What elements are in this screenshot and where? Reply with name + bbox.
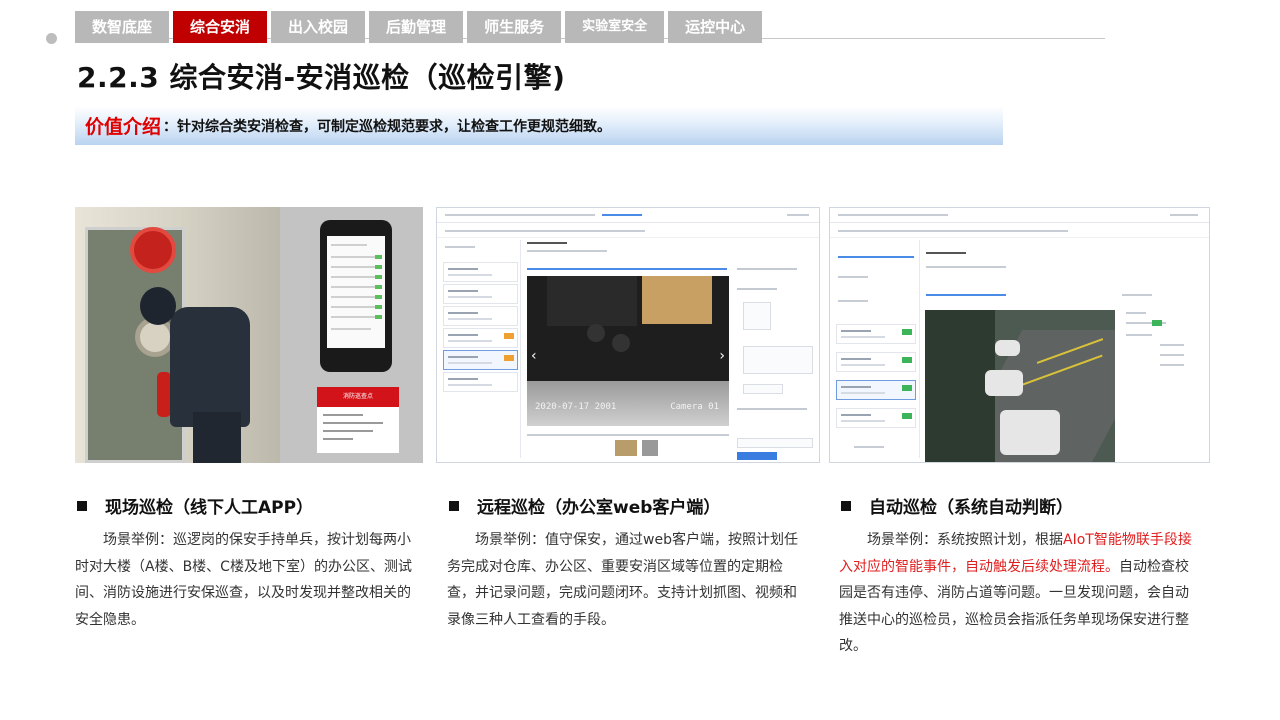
fire-extinguisher [157, 372, 171, 417]
tab-shisheng-fuwu[interactable]: 师生服务 [467, 11, 562, 43]
checkpoint-list [834, 240, 920, 458]
breadcrumb [437, 208, 819, 223]
handheld-phone [320, 220, 392, 372]
video-player[interactable]: 2020-07-17 2001 Camera 01 ‹ › [527, 276, 729, 426]
video-camera-label: Camera 01 [670, 402, 719, 412]
web-client-screenshot: 2020-07-17 2001 Camera 01 ‹ › [436, 207, 820, 463]
auto-patrol-camera[interactable] [925, 310, 1115, 462]
remote-patrol-section: 远程巡检（办公室web客户端） 场景举例：值守保安，通过web客户端，按照计划任… [447, 493, 805, 633]
filter-bar [437, 224, 819, 238]
thumbnail-2[interactable] [642, 440, 658, 456]
guard-head [140, 287, 176, 325]
tab-houqin-guanli[interactable]: 后勤管理 [369, 11, 464, 43]
guard-photo [75, 207, 280, 463]
value-label: 价值介绍 [85, 116, 162, 138]
bullet-square-icon [77, 500, 87, 511]
auto-patrol-text-before: 场景举例：系统按照计划，根据 [867, 532, 1063, 548]
prev-arrow-icon[interactable]: ‹ [531, 348, 537, 364]
guard-legs [193, 412, 241, 463]
top-nav: 数智底座 综合安消 出入校园 后勤管理 师生服务 实验室安全 运控中心 [75, 11, 763, 43]
remote-patrol-title: 远程巡检（办公室web客户端） [477, 498, 721, 518]
thumbnail-1[interactable] [615, 440, 637, 456]
next-arrow-icon[interactable]: › [719, 348, 725, 364]
onsite-patrol-heading: 现场巡检（线下人工APP） [75, 493, 420, 518]
tab-churu-xiaoyuan[interactable]: 出入校园 [271, 11, 366, 43]
remote-patrol-heading: 远程巡检（办公室web客户端） [447, 493, 805, 518]
auto-patrol-title: 自动巡检（系统自动判断） [869, 498, 1073, 518]
checkpoint-card-title: 消防巡查点 [317, 387, 399, 407]
auto-patrol-text: 场景举例：系统按照计划，根据AIoT智能物联手段接入对应的智能事件，自动触发后续… [839, 527, 1201, 660]
onsite-patrol-image: 消防巡查点 [75, 207, 423, 463]
remote-patrol-text: 场景举例：值守保安，通过web客户端，按照计划任务完成对仓库、办公区、重要安消区… [447, 532, 798, 628]
onsite-patrol-title: 现场巡检（线下人工APP） [105, 498, 314, 518]
checkpoint-card: 消防巡查点 [317, 387, 399, 453]
tab-shiyanshi-anquan[interactable]: 实验室安全 [565, 11, 665, 43]
value-text: ：针对综合类安消检查，可制定巡检规范要求，让检查工作更规范细致。 [163, 118, 612, 135]
submit-button[interactable] [737, 452, 777, 460]
bullet-square-icon [449, 500, 459, 511]
guard-body [170, 307, 250, 427]
tab-yunkong-zhongxin[interactable]: 运控中心 [668, 11, 763, 43]
page-title: 2.2.3 综合安消-安消巡检（巡检引擎) [77, 61, 566, 94]
decor-dot [46, 33, 57, 44]
filter-bar-2 [830, 224, 1209, 238]
video-timestamp: 2020-07-17 2001 [535, 402, 617, 412]
onsite-patrol-section: 现场巡检（线下人工APP） 场景举例：巡逻岗的保安手持单兵，按计划每两小时对大楼… [75, 493, 420, 633]
auto-patrol-screenshot [829, 207, 1210, 463]
auto-patrol-heading: 自动巡检（系统自动判断） [839, 493, 1201, 518]
tab-zonghe-anxiao[interactable]: 综合安消 [173, 11, 268, 43]
fire-hose-reel [130, 227, 176, 273]
auto-patrol-section: 自动巡检（系统自动判断） 场景举例：系统按照计划，根据AIoT智能物联手段接入对… [839, 493, 1201, 660]
task-list [441, 240, 521, 458]
bullet-square-icon [841, 500, 851, 511]
tab-shuzhi-dizuo[interactable]: 数智底座 [75, 11, 170, 43]
breadcrumb-2 [830, 208, 1209, 223]
value-banner: 价值介绍 ：针对综合类安消检查，可制定巡检规范要求，让检查工作更规范细致。 [75, 106, 1003, 145]
phone-screen [327, 236, 385, 348]
onsite-patrol-text: 场景举例：巡逻岗的保安手持单兵，按计划每两小时对大楼（A楼、B楼、C楼及地下室）… [75, 532, 412, 628]
